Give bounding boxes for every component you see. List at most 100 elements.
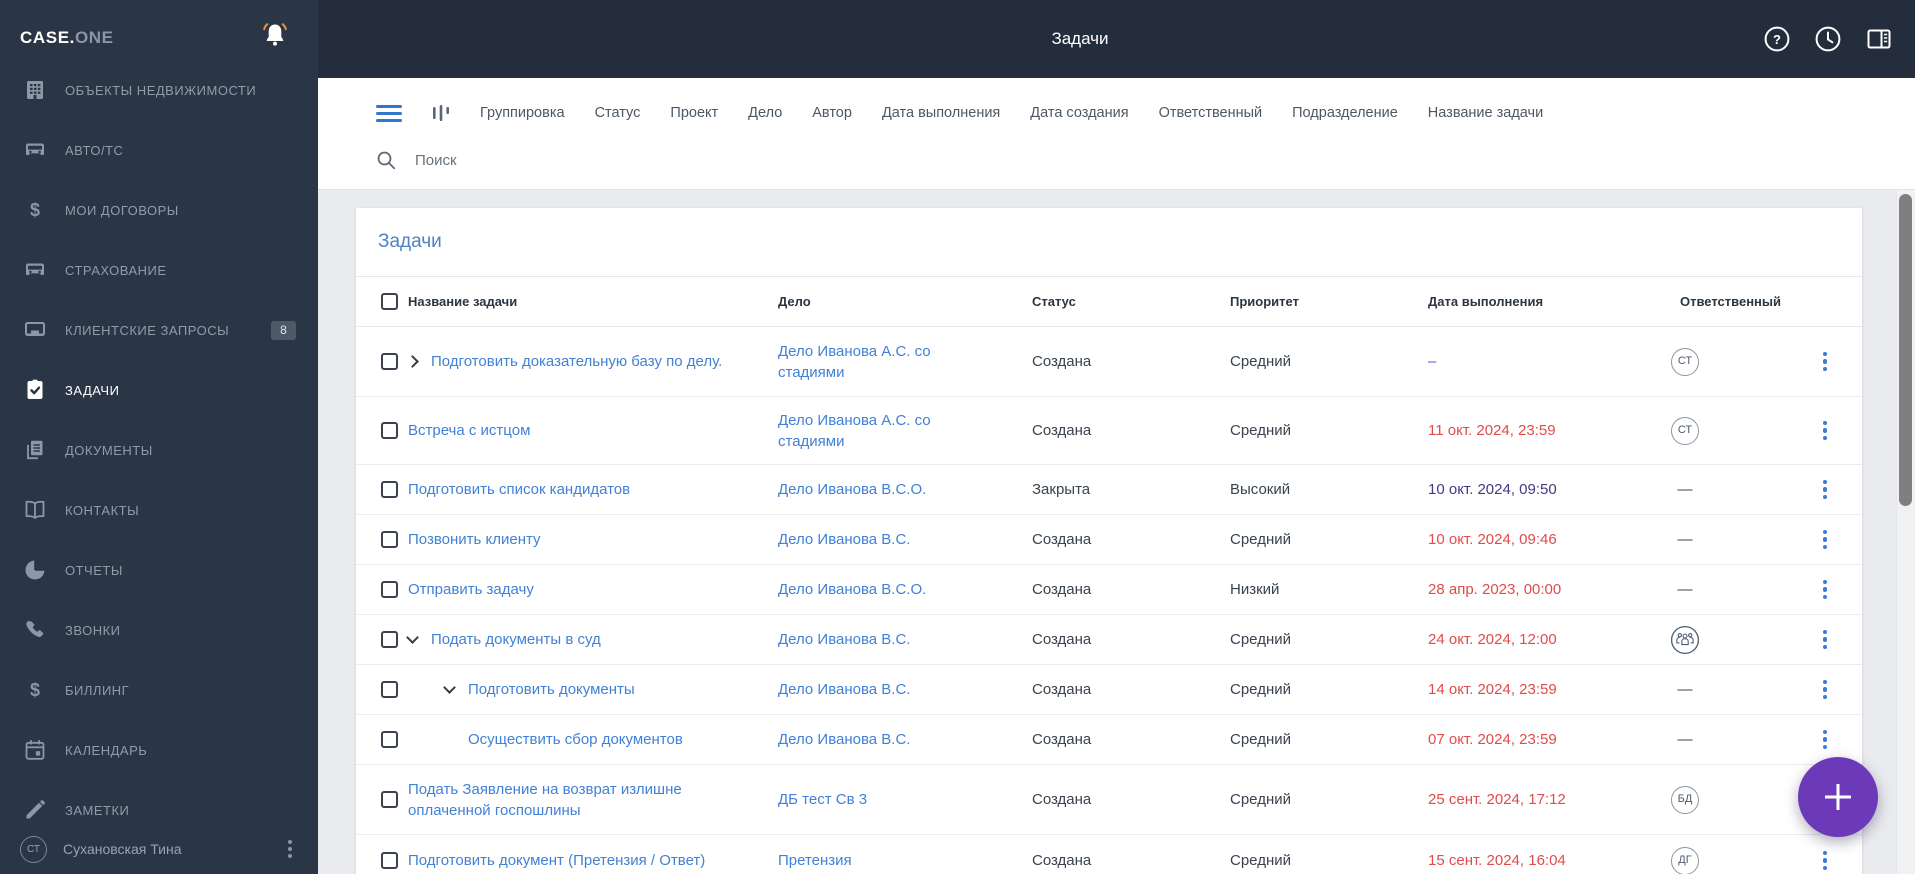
col-priority[interactable]: Приоритет	[1230, 294, 1428, 309]
row-checkbox[interactable]	[381, 852, 398, 869]
filter-chip[interactable]: Дата создания	[1030, 105, 1128, 121]
row-menu-kebab-icon[interactable]	[1819, 348, 1832, 376]
row-menu-kebab-icon[interactable]	[1819, 476, 1832, 504]
row-checkbox[interactable]	[381, 531, 398, 548]
app-logo[interactable]: CASE.ONE	[20, 28, 114, 48]
due-date-cell: 28 апр. 2023, 00:00	[1428, 581, 1562, 598]
row-checkbox[interactable]	[381, 581, 398, 598]
chevron-down-icon[interactable]	[443, 681, 456, 694]
row-checkbox[interactable]	[381, 791, 398, 808]
sidebar-item-задачи[interactable]: ЗАДАЧИ	[0, 360, 318, 420]
row-checkbox[interactable]	[381, 631, 398, 648]
sidebar-item-звонки[interactable]: ЗВОНКИ	[0, 600, 318, 660]
responsible-avatar[interactable]: СТ	[1671, 416, 1699, 445]
sidebar-item-страхование[interactable]: СТРАХОВАНИЕ	[0, 240, 318, 300]
row-menu-kebab-icon[interactable]	[1819, 626, 1832, 654]
responsible-avatar[interactable]: СТ	[1671, 347, 1699, 376]
case-link[interactable]: Дело Иванова В.С.	[778, 729, 910, 750]
sidebar-item-мои-договоры[interactable]: $ МОИ ДОГОВОРЫ	[0, 180, 318, 240]
row-menu-kebab-icon[interactable]	[1819, 526, 1832, 554]
task-name-link[interactable]: Встреча с истцом	[408, 420, 530, 441]
responsible-avatar[interactable]: ДГ	[1671, 846, 1699, 874]
add-task-fab[interactable]	[1798, 757, 1878, 837]
col-status[interactable]: Статус	[1032, 294, 1230, 309]
sidebar-item-label: ЗАМЕТКИ	[65, 802, 130, 818]
sidebar-item-документы[interactable]: ДОКУМЕНТЫ	[0, 420, 318, 480]
filter-chip[interactable]: Группировка	[480, 105, 565, 121]
task-name-link[interactable]: Подготовить доказательную базу по делу.	[431, 351, 722, 372]
row-checkbox[interactable]	[381, 353, 398, 370]
priority-cell: Средний	[1230, 531, 1291, 548]
search-input[interactable]	[413, 150, 833, 170]
sidebar-item-объекты-недвижимости[interactable]: ОБЪЕКТЫ НЕДВИЖИМОСТИ	[0, 60, 318, 120]
task-name-link[interactable]: Подать документы в суд	[431, 629, 601, 650]
scrollbar-track[interactable]	[1896, 190, 1915, 874]
sidebar-item-авто-тс[interactable]: АВТО/ТС	[0, 120, 318, 180]
sidebar-item-контакты[interactable]: КОНТАКТЫ	[0, 480, 318, 540]
filter-chip[interactable]: Дата выполнения	[882, 105, 1000, 121]
chevron-down-icon[interactable]	[406, 631, 419, 644]
task-name-link[interactable]: Подготовить документы	[468, 679, 635, 700]
col-due-date[interactable]: Дата выполнения	[1428, 294, 1610, 309]
responsible-dash: —	[1677, 531, 1693, 548]
filter-chip[interactable]: Проект	[670, 105, 718, 121]
case-link[interactable]: Дело Иванова В.С.	[778, 529, 910, 550]
col-case[interactable]: Дело	[778, 294, 1032, 309]
row-menu-kebab-icon[interactable]	[1819, 676, 1832, 704]
bell-icon[interactable]	[260, 20, 290, 52]
filter-chip[interactable]: Автор	[812, 105, 852, 121]
row-checkbox[interactable]	[381, 681, 398, 698]
panel-icon[interactable]	[1865, 25, 1893, 53]
sidebar-item-label: ДОКУМЕНТЫ	[65, 442, 153, 458]
row-menu-kebab-icon[interactable]	[1819, 726, 1832, 754]
user-row[interactable]: СТ Сухановская Тина	[0, 828, 318, 870]
status-cell: Создана	[1032, 581, 1092, 598]
history-icon[interactable]	[1814, 25, 1842, 53]
col-responsible[interactable]: Ответственный	[1610, 294, 1862, 309]
sidebar-item-label: ОТЧЕТЫ	[65, 562, 123, 578]
sidebar-item-клиентские-запросы[interactable]: КЛИЕНТСКИЕ ЗАПРОСЫ 8	[0, 300, 318, 360]
filter-chip[interactable]: Название задачи	[1428, 105, 1543, 121]
row-checkbox[interactable]	[381, 422, 398, 439]
responsible-avatar[interactable]: БД	[1671, 785, 1699, 814]
sidebar-item-биллинг[interactable]: $ БИЛЛИНГ	[0, 660, 318, 720]
case-link[interactable]: Дело Иванова А.С. со стадиями	[778, 341, 963, 383]
case-link[interactable]: Дело Иванова В.С.О.	[778, 579, 926, 600]
user-avatar: СТ	[20, 835, 47, 863]
task-name-link[interactable]: Подготовить документ (Претензия / Ответ)	[408, 850, 705, 871]
case-link[interactable]: Дело Иванова В.С.	[778, 629, 910, 650]
sidebar-item-отчеты[interactable]: ОТЧЕТЫ	[0, 540, 318, 600]
filter-chip[interactable]: Статус	[595, 105, 641, 121]
row-checkbox[interactable]	[381, 731, 398, 748]
scrollbar-thumb[interactable]	[1899, 194, 1912, 506]
user-menu-kebab-icon[interactable]	[288, 840, 292, 858]
sidebar-item-календарь[interactable]: КАЛЕНДАРЬ	[0, 720, 318, 780]
column-settings-icon[interactable]	[432, 103, 450, 123]
responsible-dash: —	[1677, 481, 1693, 498]
filter-chip[interactable]: Дело	[748, 105, 782, 121]
task-name-link[interactable]: Позвонить клиенту	[408, 529, 541, 550]
row-menu-kebab-icon[interactable]	[1819, 847, 1832, 874]
case-link[interactable]: Дело Иванова В.С.О.	[778, 479, 926, 500]
filter-chip[interactable]: Ответственный	[1159, 105, 1263, 121]
row-menu-kebab-icon[interactable]	[1819, 417, 1832, 445]
task-name-link[interactable]: Подать Заявление на возврат излишне опла…	[408, 779, 720, 821]
case-link[interactable]: Дело Иванова А.С. со стадиями	[778, 410, 963, 452]
table-row: Подать документы в суд Дело Иванова В.С. С…	[356, 615, 1862, 665]
row-checkbox[interactable]	[381, 481, 398, 498]
select-all-checkbox[interactable]	[381, 293, 398, 310]
task-name-link[interactable]: Подготовить список кандидатов	[408, 479, 630, 500]
group-icon[interactable]	[1670, 625, 1700, 655]
task-name-link[interactable]: Отправить задачу	[408, 579, 534, 600]
col-task-name[interactable]: Название задачи	[408, 294, 778, 309]
help-icon[interactable]: ?	[1763, 25, 1791, 53]
case-link[interactable]: Претензия	[778, 850, 852, 871]
chevron-right-icon[interactable]	[406, 355, 419, 368]
dollar-icon: $	[22, 677, 48, 703]
task-name-link[interactable]: Осуществить сбор документов	[468, 729, 683, 750]
filter-chip[interactable]: Подразделение	[1292, 105, 1398, 121]
menu-hamburger-icon[interactable]	[376, 104, 402, 122]
case-link[interactable]: Дело Иванова В.С.	[778, 679, 910, 700]
row-menu-kebab-icon[interactable]	[1819, 576, 1832, 604]
case-link[interactable]: ДБ тест Св 3	[778, 789, 867, 810]
